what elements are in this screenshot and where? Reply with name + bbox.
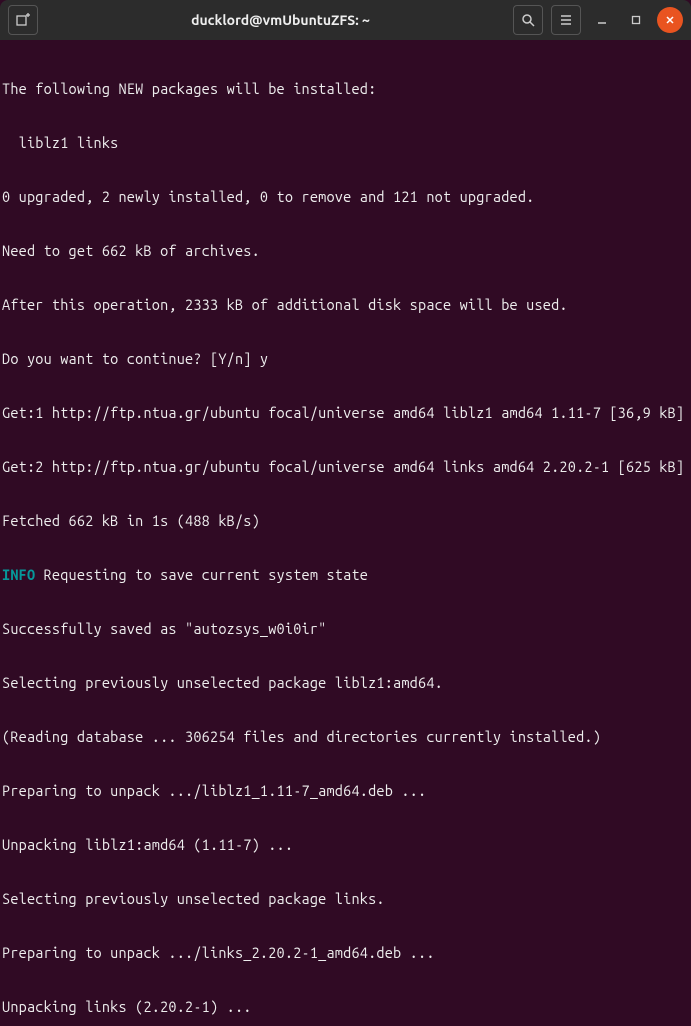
terminal-line: Get:1 http://ftp.ntua.gr/ubuntu focal/un… (2, 404, 689, 422)
terminal-line: Unpacking links (2.20.2-1) ... (2, 998, 689, 1016)
new-tab-button[interactable] (8, 5, 38, 35)
hamburger-icon (559, 13, 573, 27)
close-icon (665, 15, 675, 25)
terminal-line: Get:2 http://ftp.ntua.gr/ubuntu focal/un… (2, 458, 689, 476)
terminal-line: INFO Requesting to save current system s… (2, 566, 689, 584)
info-text: Requesting to save current system state (35, 566, 368, 583)
close-button[interactable] (657, 7, 683, 33)
terminal-output[interactable]: The following NEW packages will be insta… (0, 40, 691, 1026)
maximize-icon (631, 15, 641, 25)
terminal-line: Need to get 662 kB of archives. (2, 242, 689, 260)
terminal-line: liblz1 links (2, 134, 689, 152)
window-title: ducklord@vmUbuntuZFS: ~ (56, 12, 505, 28)
new-tab-icon (15, 12, 31, 28)
info-tag: INFO (2, 566, 35, 583)
terminal-line: After this operation, 2333 kB of additio… (2, 296, 689, 314)
maximize-button[interactable] (623, 7, 649, 33)
terminal-line: Successfully saved as "autozsys_w0i0ir" (2, 620, 689, 638)
terminal-line: 0 upgraded, 2 newly installed, 0 to remo… (2, 188, 689, 206)
terminal-line: Unpacking liblz1:amd64 (1.11-7) ... (2, 836, 689, 854)
search-icon (521, 13, 535, 27)
terminal-line: Preparing to unpack .../liblz1_1.11-7_am… (2, 782, 689, 800)
titlebar-right (513, 5, 683, 35)
minimize-icon (597, 15, 607, 25)
titlebar-left (8, 5, 48, 35)
search-button[interactable] (513, 5, 543, 35)
terminal-line: Selecting previously unselected package … (2, 674, 689, 692)
menu-button[interactable] (551, 5, 581, 35)
terminal-line: Fetched 662 kB in 1s (488 kB/s) (2, 512, 689, 530)
terminal-line: Selecting previously unselected package … (2, 890, 689, 908)
minimize-button[interactable] (589, 7, 615, 33)
terminal-line: (Reading database ... 306254 files and d… (2, 728, 689, 746)
terminal-line: The following NEW packages will be insta… (2, 80, 689, 98)
window-titlebar: ducklord@vmUbuntuZFS: ~ (0, 0, 691, 40)
terminal-line: Do you want to continue? [Y/n] y (2, 350, 689, 368)
terminal-line: Preparing to unpack .../links_2.20.2-1_a… (2, 944, 689, 962)
